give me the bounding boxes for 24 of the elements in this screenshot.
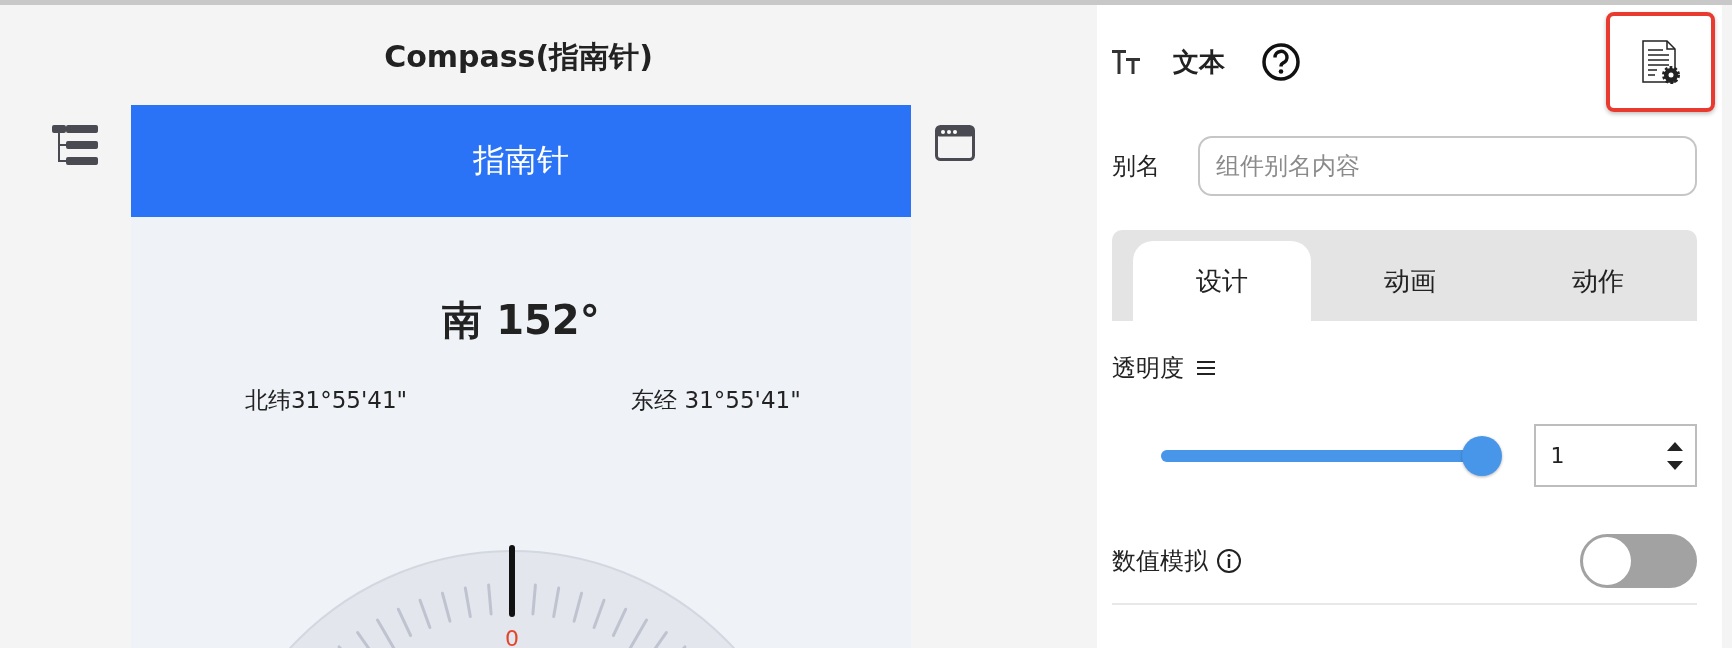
latitude-text: 北纬31°55'41" [244,386,408,415]
page-title: Compass(指南针) [383,38,654,76]
field-label: 别名 [1112,151,1161,181]
text-type-icon [1112,50,1142,74]
component-name: 文本 [1173,45,1225,79]
simulation-toggle[interactable] [1580,534,1697,588]
field-label: 数值模拟 [1112,546,1208,576]
alias-input-field[interactable]: 组件别名内容 [1198,136,1697,196]
tab[interactable]: 动画 [1321,241,1499,321]
heading-text: 南 152° [441,296,601,344]
longitude-text: 东经 31°55'41" [631,386,801,415]
tab[interactable]: 设计 [1133,241,1311,321]
document-settings-icon[interactable] [1640,40,1681,84]
menu-icon [1196,360,1216,376]
info-icon [1216,548,1242,574]
field-label: 透明度 [1112,353,1184,383]
dial-label: 0 [505,626,519,648]
window-icon[interactable] [935,125,975,161]
opacity-input[interactable]: 1 [1534,424,1697,487]
tree-icon[interactable] [52,125,98,165]
app-header: 指南针 [131,105,911,217]
needle [509,545,515,617]
help-icon[interactable] [1261,42,1301,82]
tab[interactable]: 动作 [1509,241,1687,321]
